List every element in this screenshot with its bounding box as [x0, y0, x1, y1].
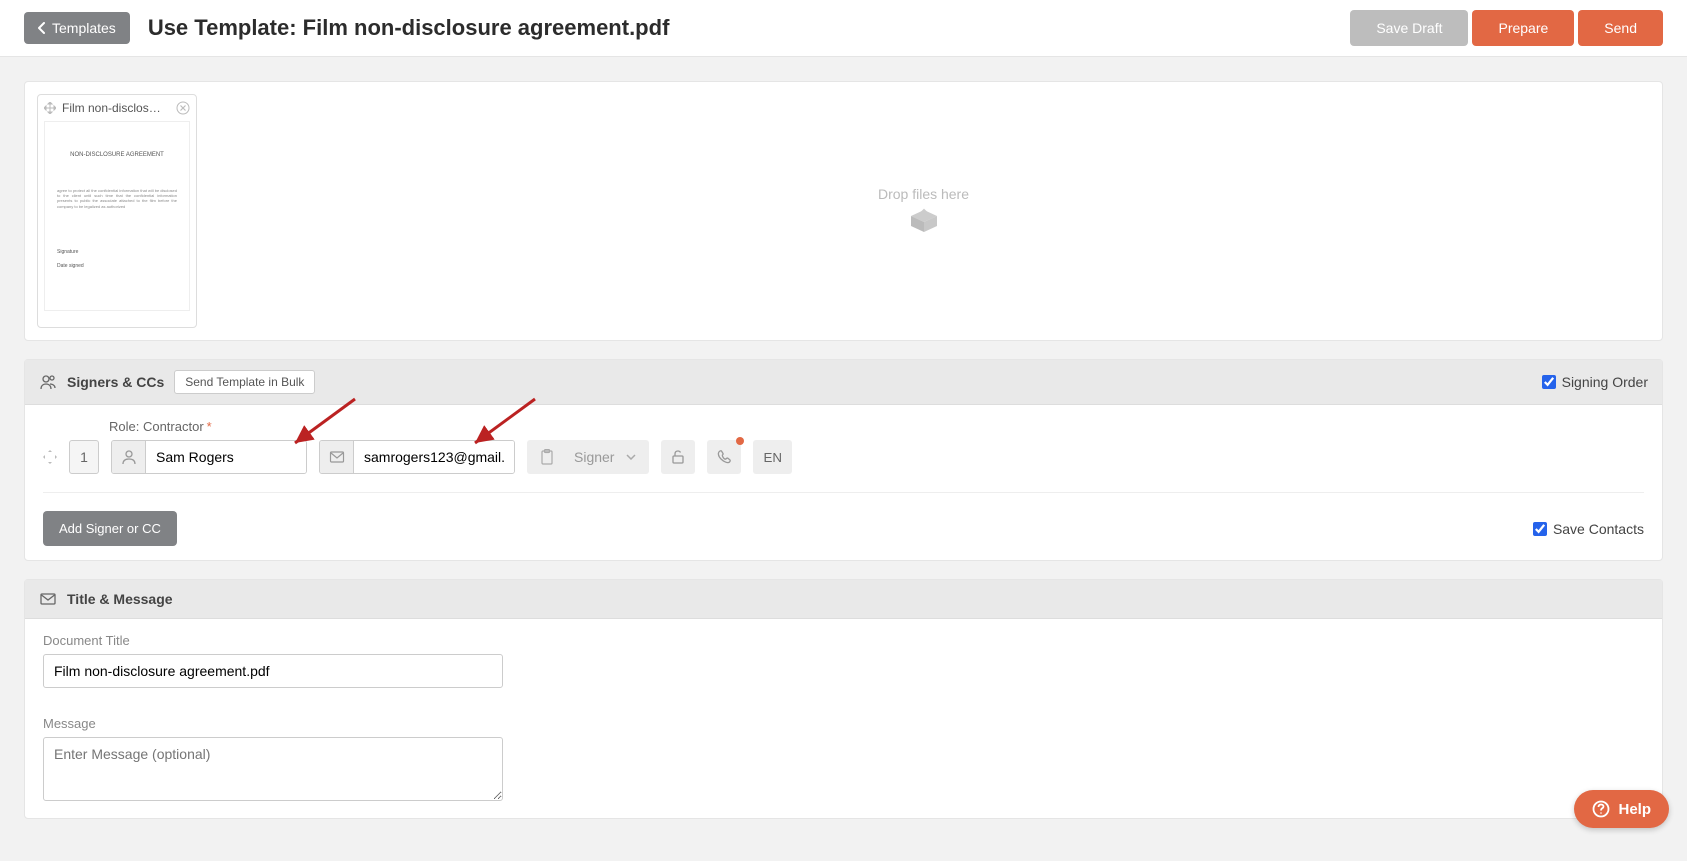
role-label: Role: Contractor*: [109, 419, 1644, 434]
chevron-left-icon: [38, 22, 46, 34]
signers-section-header: Signers & CCs Send Template in Bulk Sign…: [25, 360, 1662, 405]
notification-dot-icon: [736, 437, 744, 445]
remove-document-button[interactable]: [176, 101, 190, 115]
doc-title-input[interactable]: [43, 654, 503, 688]
title-message-header: Title & Message: [25, 580, 1662, 619]
document-name: Film non-disclos…: [62, 101, 170, 115]
signer-order: 1: [69, 440, 99, 474]
document-preview: NON-DISCLOSURE AGREEMENT agree to protec…: [44, 121, 190, 311]
phone-auth-button[interactable]: [707, 440, 741, 474]
signers-panel: Signers & CCs Send Template in Bulk Sign…: [24, 359, 1663, 561]
person-icon: [112, 441, 146, 473]
signer-email-input[interactable]: [354, 441, 514, 473]
help-icon: [1592, 800, 1610, 818]
envelope-icon: [39, 590, 57, 608]
signer-name-group: [111, 440, 307, 474]
signer-type-value: Signer: [570, 449, 618, 465]
signer-type-select[interactable]: Signer: [527, 440, 649, 474]
drop-box-icon: [907, 208, 941, 236]
save-contacts-label: Save Contacts: [1553, 521, 1644, 537]
signer-block: Role: Contractor* 1: [25, 405, 1662, 497]
back-templates-button[interactable]: Templates: [24, 12, 130, 44]
lock-button[interactable]: [661, 440, 695, 474]
unlock-icon: [670, 449, 686, 465]
send-bulk-button[interactable]: Send Template in Bulk: [174, 370, 315, 394]
signer-email-group: [319, 440, 515, 474]
drop-zone[interactable]: Drop files here: [197, 94, 1650, 328]
signing-order-label: Signing Order: [1562, 374, 1648, 390]
doc-title-field: Document Title: [25, 619, 1662, 702]
add-signer-button[interactable]: Add Signer or CC: [43, 511, 177, 546]
title-message-title: Title & Message: [67, 591, 173, 607]
language-button[interactable]: EN: [753, 440, 792, 474]
save-draft-button[interactable]: Save Draft: [1350, 10, 1468, 46]
drop-hint-text: Drop files here: [878, 186, 969, 202]
help-button[interactable]: Help: [1574, 790, 1669, 828]
caret-down-icon: [626, 454, 644, 460]
page-title: Use Template: Film non-disclosure agreem…: [148, 15, 670, 41]
save-contacts-checkbox[interactable]: [1533, 522, 1547, 536]
drag-handle-icon[interactable]: [43, 450, 57, 464]
message-field: Message: [25, 702, 1662, 818]
message-textarea[interactable]: [43, 737, 503, 801]
envelope-icon: [320, 441, 354, 473]
title-message-panel: Title & Message Document Title Message: [24, 579, 1663, 819]
move-icon[interactable]: [44, 102, 56, 114]
doc-title-label: Document Title: [43, 633, 1644, 648]
phone-icon: [716, 449, 732, 465]
help-label: Help: [1618, 801, 1651, 818]
back-label: Templates: [52, 20, 116, 36]
signing-order-checkbox[interactable]: [1542, 375, 1556, 389]
header-bar: Templates Use Template: Film non-disclos…: [0, 0, 1687, 57]
documents-panel: Film non-disclos… NON-DISCLOSURE AGREEME…: [24, 81, 1663, 341]
workspace: Film non-disclos… NON-DISCLOSURE AGREEME…: [0, 57, 1687, 861]
document-card[interactable]: Film non-disclos… NON-DISCLOSURE AGREEME…: [37, 94, 197, 328]
clipboard-icon: [532, 449, 562, 465]
signer-name-input[interactable]: [146, 441, 306, 473]
message-label: Message: [43, 716, 1644, 731]
header-actions: Save Draft Prepare Send: [1350, 10, 1663, 46]
signers-actions: Add Signer or CC Save Contacts: [25, 497, 1662, 560]
signer-row: 1 Signer: [43, 440, 1644, 493]
send-button[interactable]: Send: [1578, 10, 1663, 46]
signers-title: Signers & CCs: [67, 374, 164, 390]
signers-icon: [39, 373, 57, 391]
prepare-button[interactable]: Prepare: [1472, 10, 1574, 46]
